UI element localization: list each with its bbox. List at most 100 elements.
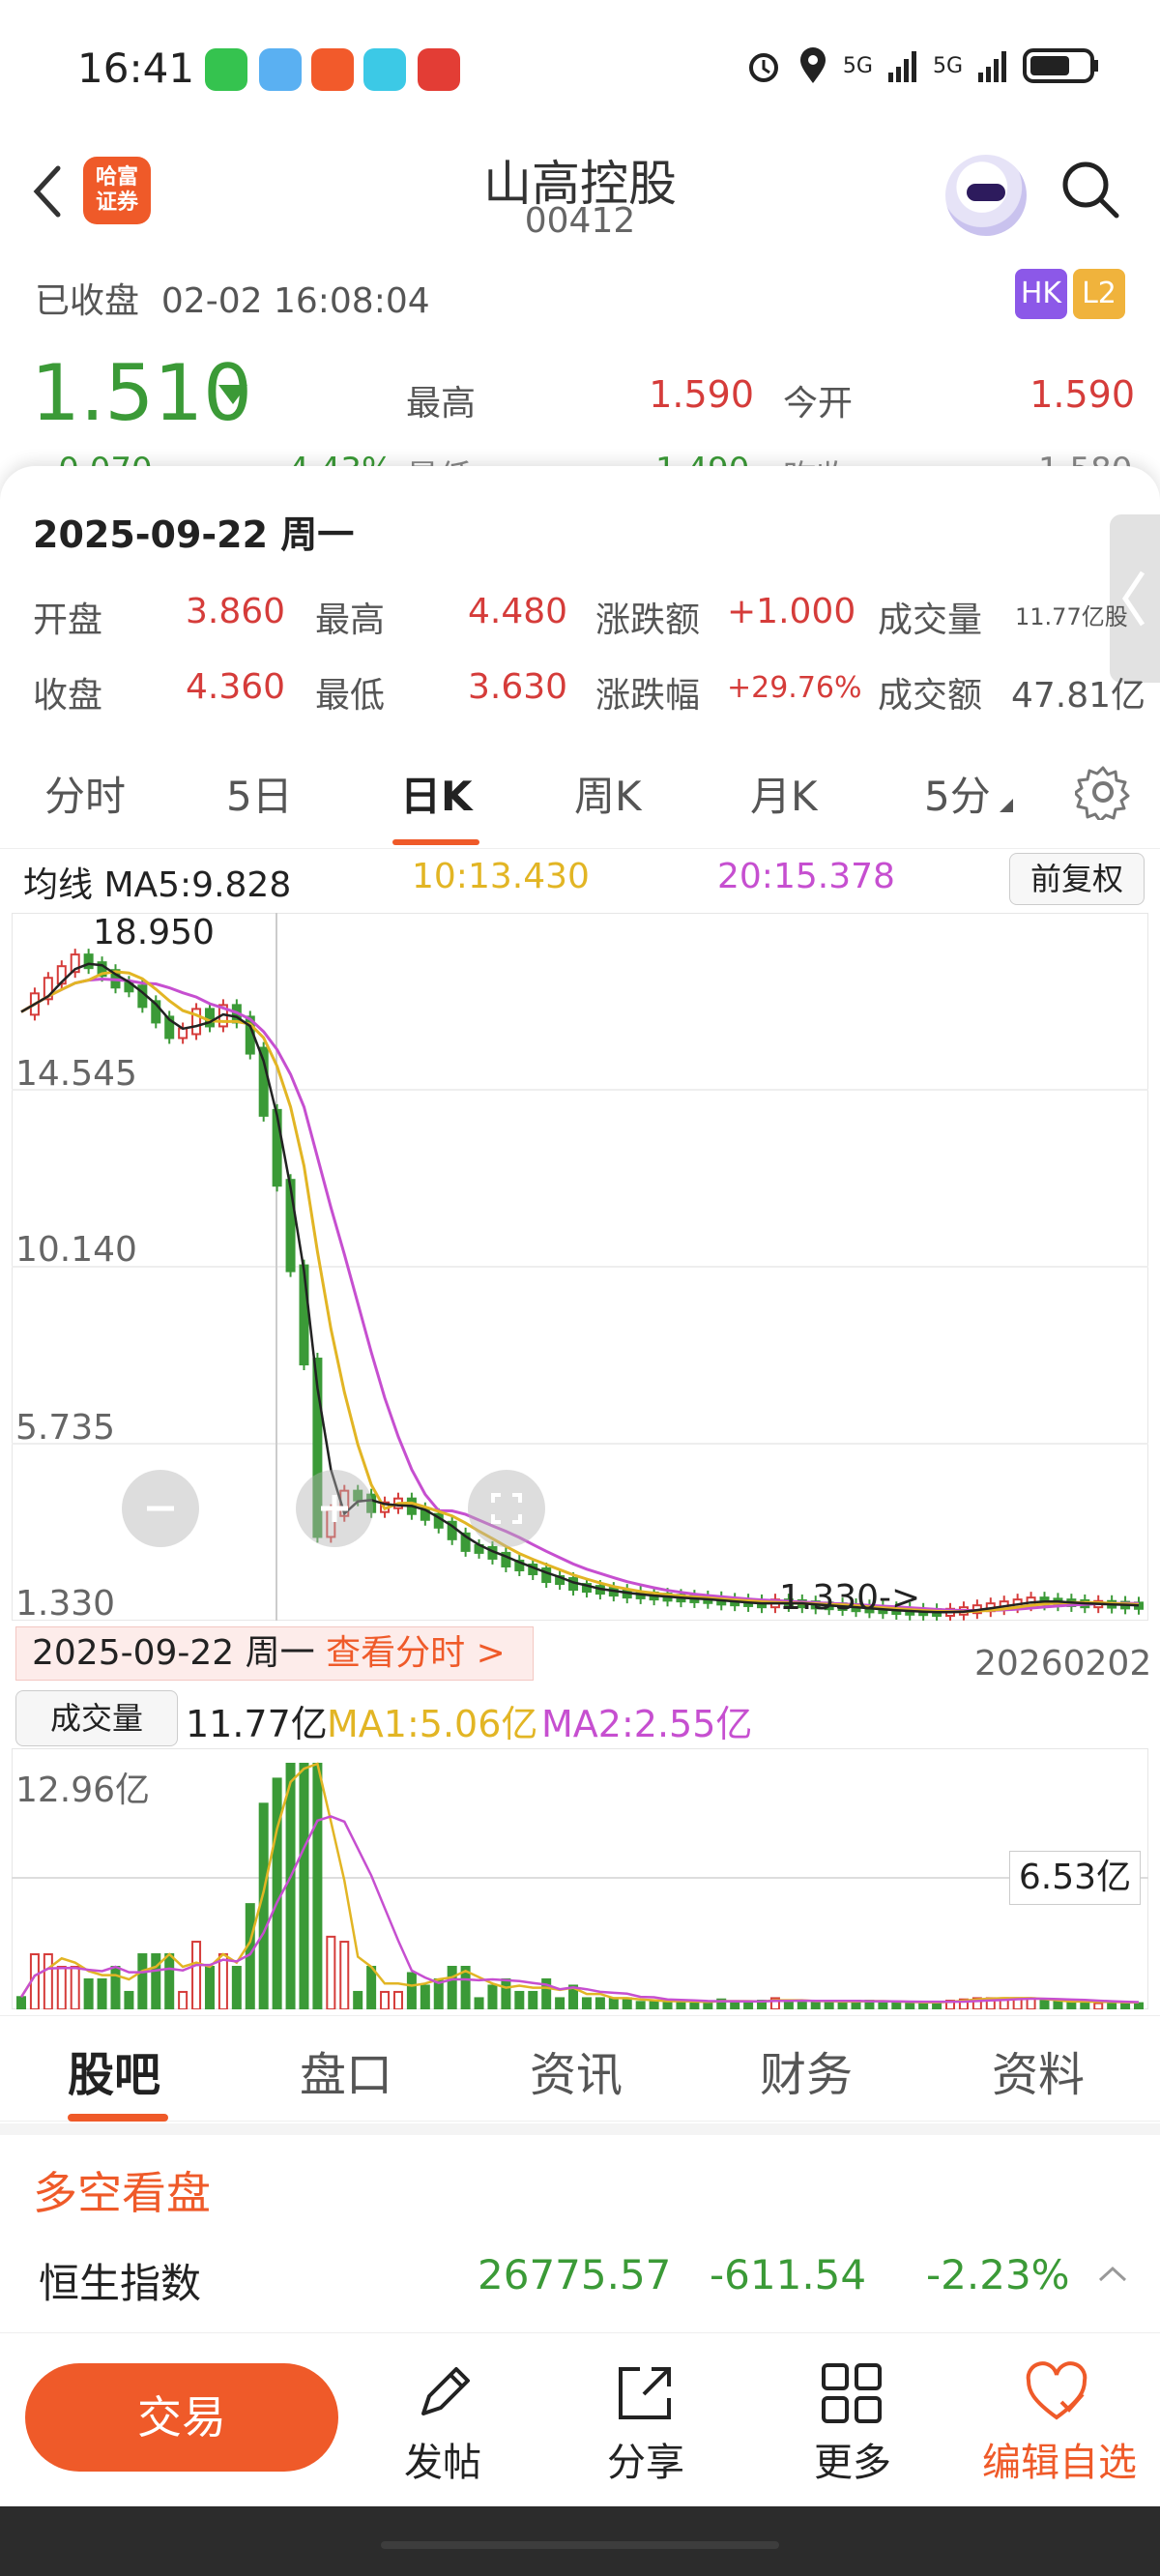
grid-icon[interactable]: [818, 2359, 885, 2427]
volume-bar: [56, 1965, 67, 2009]
volume-bar: [16, 1996, 26, 2009]
gear-icon[interactable]: [1075, 764, 1131, 820]
volume-indicator-button[interactable]: 成交量: [15, 1690, 178, 1746]
volume-bar: [366, 1965, 377, 2009]
zoom-in-button[interactable]: [296, 1470, 373, 1547]
index-name[interactable]: 恒生指数: [39, 2251, 201, 2310]
system-nav-bar: [0, 2506, 1160, 2576]
popup-close-label: 收盘: [33, 676, 103, 716]
volume-bar: [1093, 2002, 1104, 2009]
popup-date: 2025-09-22 周一: [33, 513, 355, 556]
more-label[interactable]: 更多: [814, 2431, 891, 2487]
zoom-out-button[interactable]: [122, 1470, 199, 1547]
volume-bar: [1066, 2001, 1077, 2009]
high-value: 1.590: [649, 373, 754, 416]
volume-bar: [1053, 2001, 1063, 2009]
fullscreen-icon: [491, 1493, 522, 1524]
volume-bar: [528, 1990, 538, 2009]
ma20-label: 20:15.378: [717, 857, 895, 896]
ai-assistant-icon[interactable]: [945, 155, 1027, 236]
share-icon[interactable]: [611, 2359, 679, 2427]
volume-bar: [581, 1997, 592, 2009]
adjust-button[interactable]: 前复权: [1009, 853, 1145, 905]
volume-bar: [124, 1990, 134, 2009]
volume-bar: [1134, 2002, 1144, 2009]
volume-bar: [1039, 2000, 1050, 2009]
tab-intraday[interactable]: 分时: [44, 764, 126, 823]
volume-bar: [555, 1997, 566, 2009]
popup-vol: 11.77亿股: [1015, 603, 1128, 630]
view-intraday-link[interactable]: 查看分时 >: [326, 1633, 506, 1673]
popup-high: 4.480: [468, 592, 568, 631]
popup-high-label: 最高: [315, 600, 386, 640]
search-icon[interactable]: [1059, 159, 1121, 220]
divider: [0, 2123, 1160, 2135]
volume-bar: [635, 2001, 646, 2009]
l2-badge: L2: [1073, 269, 1125, 319]
volume-bar: [837, 2001, 848, 2009]
heart-icon[interactable]: [1023, 2359, 1090, 2427]
home-indicator[interactable]: [381, 2541, 779, 2549]
post-label[interactable]: 发帖: [404, 2431, 481, 2487]
pencil-icon[interactable]: [410, 2359, 478, 2427]
volume-bar: [406, 1972, 417, 2009]
minus-icon: [147, 1506, 174, 1511]
volume-bar: [326, 1935, 336, 2009]
popup-open: 3.860: [186, 592, 286, 631]
popup-pct-label: 涨跌幅: [595, 676, 701, 716]
tab-daily-k[interactable]: 日K: [400, 764, 473, 823]
volume-bar: [164, 1953, 175, 2009]
alarm-icon: [748, 53, 778, 82]
volume-bar: [218, 1953, 228, 2009]
kline-y-label: 10.140: [15, 1230, 137, 1270]
index-value: 26775.57: [478, 2251, 672, 2298]
trade-button[interactable]: 交易: [25, 2363, 338, 2472]
selected-date-tag[interactable]: 2025-09-22 周一 查看分时 >: [15, 1626, 534, 1681]
kline-y-label: 1.330: [15, 1584, 116, 1624]
tab-5min[interactable]: 5分: [924, 764, 991, 823]
volume-bar: [285, 1763, 296, 2009]
index-pct: -2.23%: [926, 2251, 1070, 2298]
battery-icon: [1023, 48, 1098, 83]
plus-icon: [321, 1495, 348, 1522]
watchlist-label[interactable]: 编辑自选: [982, 2431, 1137, 2487]
down-arrow-icon: [218, 385, 247, 404]
app-icon: [311, 48, 354, 91]
clock: 16:41: [77, 44, 195, 92]
volume-bar: [392, 1990, 403, 2009]
volume-bar: [353, 1990, 363, 2009]
tab-monthly-k[interactable]: 月K: [750, 764, 818, 823]
volume-bar: [380, 1990, 391, 2009]
chevron-up-icon[interactable]: [1096, 2263, 1129, 2286]
hk-badge: HK: [1015, 269, 1067, 319]
tab-news[interactable]: 资讯: [530, 2036, 623, 2104]
weather-icon: [259, 48, 302, 91]
kline-y-label: 5.735: [15, 1408, 116, 1448]
volume-chart[interactable]: [12, 1748, 1148, 2009]
fullscreen-button[interactable]: [468, 1470, 545, 1547]
bottom-tab-underline: [68, 2114, 168, 2122]
location-icon: [799, 47, 826, 83]
tab-5day[interactable]: 5日: [226, 764, 293, 823]
popup-amt: 47.81亿: [1011, 676, 1146, 716]
ma5-label: 均线 MA5:9.828: [23, 865, 292, 905]
volume-bar: [137, 1953, 148, 2009]
ma10-label: 10:13.430: [412, 857, 590, 896]
tab-forum[interactable]: 股吧: [68, 2036, 160, 2104]
tab-weekly-k[interactable]: 周K: [574, 764, 642, 823]
volume-bar: [622, 1997, 632, 2009]
tab-orderbook[interactable]: 盘口: [300, 2036, 392, 2104]
volume-bar: [783, 2001, 794, 2009]
tab-profile[interactable]: 资料: [992, 2036, 1085, 2104]
wechat-icon: [205, 48, 247, 91]
volume-bar: [891, 2001, 902, 2009]
volume-bar: [797, 2000, 807, 2009]
volume-bar: [676, 2001, 686, 2009]
tab-financials[interactable]: 财务: [760, 2036, 853, 2104]
share-label[interactable]: 分享: [607, 2431, 684, 2487]
open-value: 1.590: [1030, 373, 1135, 416]
volume-bar: [730, 2001, 740, 2009]
volume-bar: [151, 1953, 161, 2009]
volume-bar: [312, 1763, 323, 2009]
kline-y-label: 14.545: [15, 1054, 137, 1094]
